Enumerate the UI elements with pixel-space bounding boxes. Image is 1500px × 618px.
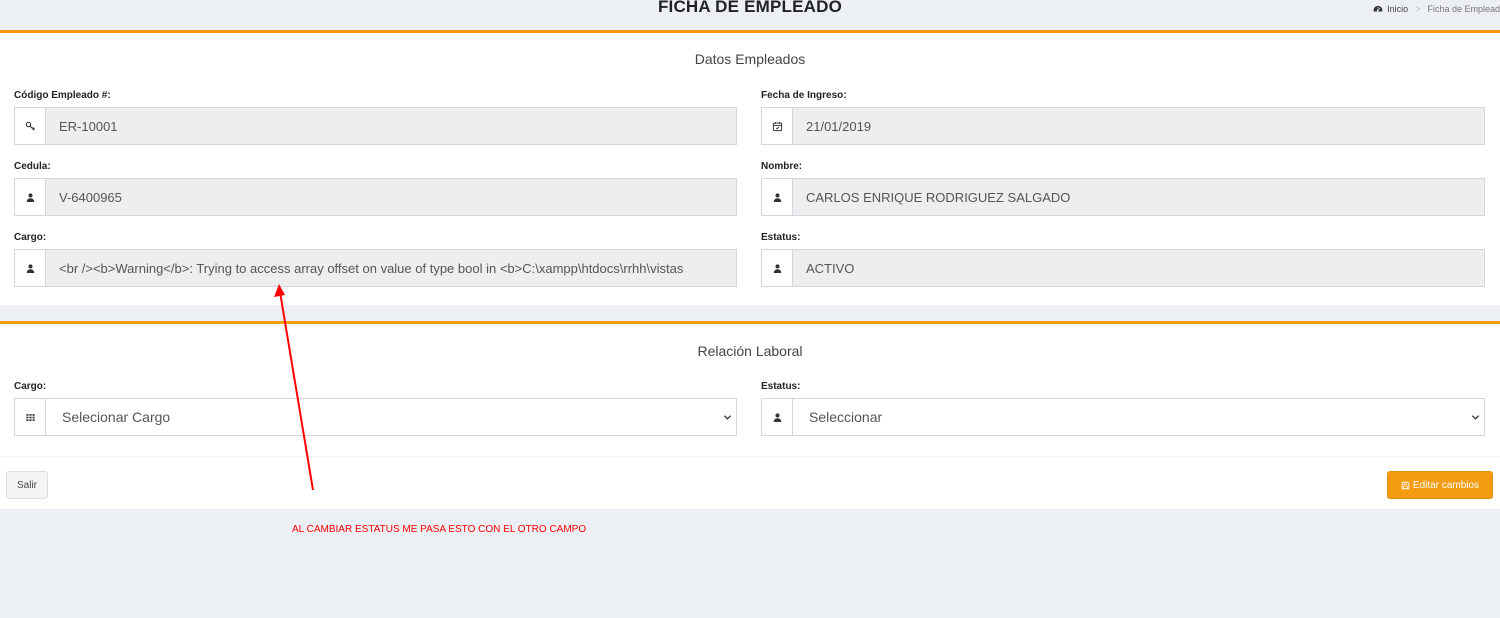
fecha-addon — [762, 108, 793, 144]
estatus-select-addon — [762, 399, 793, 435]
user-icon — [26, 192, 34, 202]
editar-cambios-button[interactable]: Editar cambios — [1387, 471, 1493, 499]
nombre-value[interactable]: CARLOS ENRIQUE RODRIGUEZ SALGADO — [793, 179, 1484, 215]
cargo-select-value[interactable]: Selecionar Cargo — [46, 399, 718, 435]
relacion-cargo-label: Cargo: — [14, 381, 47, 392]
salir-button[interactable]: Salir — [6, 471, 48, 499]
estatus-select-chevron[interactable] — [1466, 399, 1484, 435]
breadcrumb-home[interactable]: Inicio — [1373, 4, 1408, 14]
editar-cambios-label: Editar cambios — [1412, 479, 1480, 491]
user-icon — [773, 192, 781, 202]
breadcrumb: Inicio > Ficha de Emplead — [1373, 4, 1500, 14]
fecha-value[interactable]: 21/01/2019 — [793, 108, 1484, 144]
user-icon — [773, 263, 781, 273]
footer-divider — [0, 456, 1500, 457]
codigo-value[interactable]: ER-10001 — [46, 108, 736, 144]
datos-empleados-title: Datos Empleados — [694, 51, 806, 67]
cargo-label: Cargo: — [14, 232, 47, 243]
user-icon — [773, 412, 781, 422]
cargo-select-addon — [15, 399, 46, 435]
estatus-select-value[interactable]: Seleccionar — [793, 399, 1466, 435]
estatus-field[interactable]: ACTIVO — [761, 249, 1485, 287]
cargo-addon — [15, 250, 46, 286]
save-icon — [1401, 481, 1410, 489]
dashboard-icon — [1373, 5, 1383, 12]
codigo-label: Código Empleado #: — [14, 90, 111, 101]
estatus-value[interactable]: ACTIVO — [793, 250, 1484, 286]
cargo-field[interactable]: <br /><b>Warning</b>: Trying to access a… — [14, 249, 737, 287]
fecha-field[interactable]: 21/01/2019 — [761, 107, 1485, 145]
nombre-addon — [762, 179, 793, 215]
cargo-value[interactable]: <br /><b>Warning</b>: Trying to access a… — [46, 250, 736, 286]
nombre-label: Nombre: — [761, 161, 803, 172]
calendar-icon — [772, 121, 782, 131]
nombre-field[interactable]: CARLOS ENRIQUE RODRIGUEZ SALGADO — [761, 178, 1485, 216]
annotation-text: AL CAMBIAR ESTATUS ME PASA ESTO CON EL O… — [292, 524, 587, 535]
cargo-select-chevron[interactable] — [718, 399, 736, 435]
relacion-laboral-title: Relación Laboral — [697, 343, 803, 359]
chevron-down-icon — [1471, 414, 1479, 420]
relacion-laboral-panel: Relación Laboral Cargo: Selecionar Cargo… — [0, 321, 1500, 509]
breadcrumb-home-label[interactable]: Inicio — [1387, 4, 1408, 14]
cedula-field[interactable]: V-6400965 — [14, 178, 737, 216]
cedula-label: Cedula: — [14, 161, 51, 172]
datos-empleados-panel: Datos Empleados Código Empleado #: ER-10… — [0, 30, 1500, 305]
cargo-select[interactable]: Selecionar Cargo — [14, 398, 737, 436]
breadcrumb-current: Ficha de Emplead — [1427, 4, 1500, 14]
codigo-field[interactable]: ER-10001 — [14, 107, 737, 145]
key-icon — [25, 121, 35, 131]
grid-icon — [25, 413, 35, 421]
estatus-select[interactable]: Seleccionar — [761, 398, 1485, 436]
user-icon — [26, 263, 34, 273]
page-title: FICHA DE EMPLEADO — [657, 0, 843, 16]
relacion-estatus-label: Estatus: — [761, 381, 801, 392]
cedula-value[interactable]: V-6400965 — [46, 179, 736, 215]
chevron-down-icon — [723, 414, 731, 420]
breadcrumb-separator: > — [1415, 4, 1421, 14]
codigo-addon — [15, 108, 46, 144]
fecha-label: Fecha de Ingreso: — [761, 90, 847, 101]
cedula-addon — [15, 179, 46, 215]
estatus-addon — [762, 250, 793, 286]
page-header: FICHA DE EMPLEADO Inicio > Ficha de Empl… — [0, 0, 1500, 24]
estatus-label: Estatus: — [761, 232, 801, 243]
